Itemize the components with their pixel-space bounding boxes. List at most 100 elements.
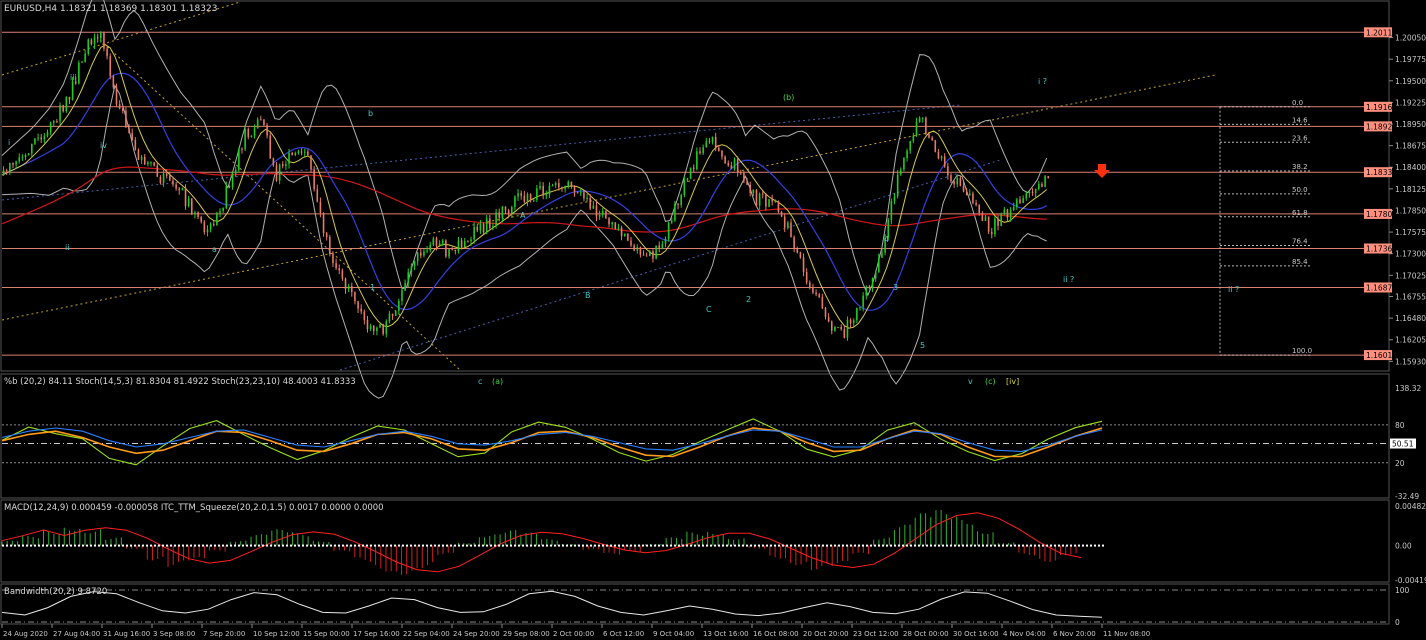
candle-body (699, 151, 701, 154)
candle-body (570, 181, 573, 187)
y-tick-label: 1.18125 (1395, 185, 1426, 194)
squeeze-dot (1046, 544, 1048, 547)
squeeze-dot (10, 544, 12, 547)
wave-label: i ? (1038, 77, 1047, 86)
y-tick-label: 1.16755 (1395, 293, 1426, 302)
squeeze-dot (466, 544, 468, 547)
squeeze-dot (926, 544, 928, 547)
candle-body (121, 108, 124, 111)
wave-label: B (585, 291, 591, 300)
candle-body (696, 151, 698, 170)
candle-body (501, 206, 504, 218)
candle-body (147, 162, 149, 165)
squeeze-dot (338, 544, 340, 547)
stoch-tick-label: 20 (1395, 459, 1405, 468)
candle-body (432, 238, 435, 245)
candle-body (369, 325, 372, 330)
candle-body (470, 239, 472, 242)
squeeze-dot (714, 544, 716, 547)
squeeze-dot (682, 544, 684, 547)
squeeze-dot (162, 544, 164, 547)
candle-body (376, 327, 378, 332)
squeeze-dot (646, 544, 648, 547)
candle-body (721, 150, 723, 157)
candle-body (642, 254, 645, 256)
candle-body (733, 159, 736, 169)
squeeze-dot (1102, 544, 1104, 547)
squeeze-dot (662, 544, 664, 547)
squeeze-dot (114, 544, 116, 547)
candle-body (489, 218, 491, 228)
squeeze-dot (958, 544, 960, 547)
y-tick-label: 1.19775 (1395, 55, 1426, 64)
candle-body (197, 212, 199, 217)
squeeze-dot (106, 544, 108, 547)
candle-body (711, 136, 714, 143)
fib-level-label: 50.0 (1292, 186, 1308, 194)
candle-body (485, 218, 488, 233)
candle-body (727, 163, 730, 166)
price-level-label: 1.17806 (1366, 210, 1397, 219)
candle-body (918, 117, 921, 123)
candle-body (940, 156, 943, 159)
squeeze-dot (562, 544, 564, 547)
squeeze-dot (606, 544, 608, 547)
squeeze-dot (1014, 544, 1016, 547)
squeeze-dot (138, 544, 140, 547)
chart-canvas[interactable]: 1.20050 1.19775 1.19500 1.19225 1.18950 1.186… (0, 0, 1426, 640)
squeeze-dot (446, 544, 448, 547)
squeeze-dot (950, 544, 952, 547)
candle-body (106, 48, 108, 57)
wave-label: 4 (884, 235, 889, 244)
squeeze-dot (918, 544, 920, 547)
y-tick-label: 1.17300 (1395, 250, 1426, 259)
candle-body (573, 186, 576, 193)
candle-body (463, 241, 466, 248)
candle-body (382, 324, 384, 334)
x-tick-label: 6 Nov 20:00 (1053, 630, 1096, 638)
candle-body (153, 162, 155, 166)
candle-body (96, 37, 99, 39)
candle-body (12, 163, 14, 165)
wave-label: 1 (370, 283, 375, 292)
squeeze-dot (986, 544, 988, 547)
squeeze-dot (394, 544, 396, 547)
candle-body (294, 152, 297, 156)
macd-tick-label: 0.00 (1395, 542, 1412, 551)
candle-body (652, 251, 654, 259)
candle-body (238, 148, 240, 170)
x-tick-label: 2 Oct 00:00 (553, 630, 594, 638)
x-tick-label: 16 Oct 08:00 (753, 630, 799, 638)
candle-body (856, 308, 858, 321)
candle-body (504, 206, 507, 211)
squeeze-dot (110, 544, 112, 547)
candle-body (354, 292, 356, 302)
squeeze-dot (726, 544, 728, 547)
candle-body (834, 327, 836, 331)
squeeze-dot (58, 544, 60, 547)
candle-body (881, 252, 883, 258)
squeeze-dot (702, 544, 704, 547)
squeeze-dot (398, 544, 400, 547)
squeeze-dot (798, 544, 800, 547)
x-tick-label: 30 Oct 16:00 (953, 630, 999, 638)
wave-label: c (478, 377, 482, 386)
candle-body (460, 240, 463, 248)
squeeze-dot (870, 544, 872, 547)
squeeze-dot (742, 544, 744, 547)
candle-body (140, 156, 143, 160)
squeeze-dot (758, 544, 760, 547)
candle-body (441, 240, 444, 244)
candle-body (187, 198, 190, 207)
squeeze-dot (450, 544, 452, 547)
squeeze-dot (878, 544, 880, 547)
squeeze-dot (558, 544, 560, 547)
candle-body (125, 110, 127, 128)
candle-body (815, 292, 817, 295)
squeeze-dot (1098, 544, 1100, 547)
y-tick-label: 1.17575 (1395, 228, 1426, 237)
candle-body (37, 137, 39, 139)
candle-body (231, 173, 234, 187)
squeeze-dot (722, 544, 724, 547)
candle-body (175, 184, 177, 189)
